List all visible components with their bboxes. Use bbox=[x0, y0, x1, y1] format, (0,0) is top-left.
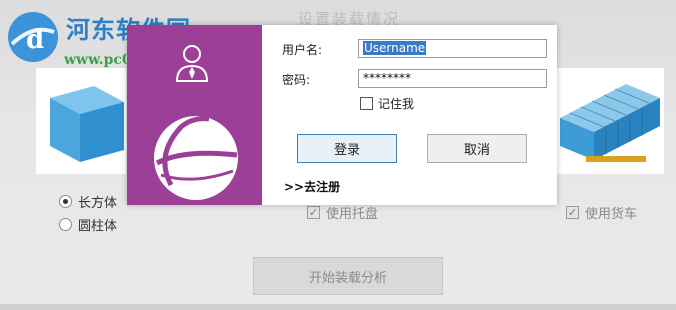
bottom-bar bbox=[0, 304, 676, 310]
user-icon bbox=[175, 45, 209, 82]
start-analysis-button[interactable]: 开始装载分析 bbox=[253, 257, 443, 295]
cancel-button[interactable]: 取消 bbox=[427, 134, 527, 163]
username-field[interactable]: Username bbox=[358, 39, 547, 58]
password-label: 密码: bbox=[282, 73, 311, 87]
shape-option-cylinder[interactable]: 圆柱体 bbox=[59, 215, 117, 234]
password-value: ******** bbox=[363, 71, 411, 85]
password-field[interactable]: ******** bbox=[358, 69, 547, 88]
cube-preview-panel bbox=[36, 68, 126, 174]
register-link[interactable]: >>去注册 bbox=[284, 178, 340, 195]
check-icon[interactable]: ✓ bbox=[307, 206, 320, 219]
username-label: 用户名: bbox=[282, 43, 323, 57]
login-button[interactable]: 登录 bbox=[297, 134, 397, 163]
use-truck-label: 使用货车 bbox=[585, 207, 638, 222]
site-logo-glyph: d bbox=[26, 25, 44, 55]
site-logo-icon: d bbox=[8, 12, 58, 62]
remember-me-checkbox[interactable]: 记住我 bbox=[360, 95, 414, 112]
radio-unselected-icon[interactable] bbox=[59, 218, 72, 231]
use-pallet-label: 使用托盘 bbox=[326, 207, 379, 222]
shape-option-cuboid[interactable]: 长方体 bbox=[59, 192, 117, 211]
checkbox-unchecked-icon[interactable] bbox=[360, 97, 373, 110]
check-icon[interactable]: ✓ bbox=[566, 206, 579, 219]
radio-selected-icon[interactable] bbox=[59, 195, 72, 208]
shape-option-label: 圆柱体 bbox=[78, 219, 118, 234]
use-truck-checkbox[interactable]: ✓ 使用货车 bbox=[566, 203, 637, 222]
shape-option-label: 长方体 bbox=[78, 196, 118, 211]
cube-icon bbox=[50, 86, 124, 162]
truck-preview-panel bbox=[556, 68, 664, 174]
container-truck-icon bbox=[560, 84, 660, 162]
remember-me-label: 记住我 bbox=[378, 97, 415, 111]
use-pallet-checkbox[interactable]: ✓ 使用托盘 bbox=[307, 203, 378, 222]
username-value: Username bbox=[363, 41, 427, 55]
dialog-brand-panel bbox=[127, 25, 262, 205]
login-dialog: 用户名: Username 密码: ******** 记住我 登录 取消 >>去… bbox=[127, 25, 557, 205]
globe-logo-icon bbox=[154, 116, 238, 200]
